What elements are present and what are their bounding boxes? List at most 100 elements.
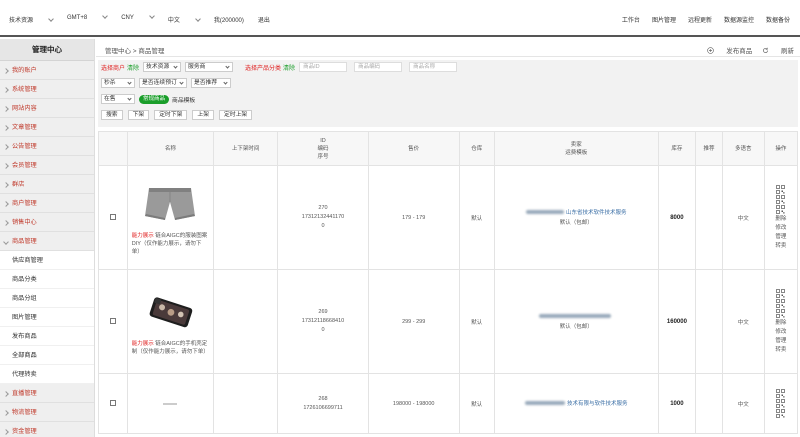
sort-select[interactable]: 秒杀 xyxy=(101,78,135,88)
sidebar-item-system[interactable]: 系统管理 xyxy=(0,80,94,99)
timed-put-up-button[interactable]: 定时上架 xyxy=(219,110,253,120)
sidebar-item-my-account[interactable]: 我的账户 xyxy=(0,61,94,80)
resource-switcher[interactable]: 技术资源 xyxy=(9,15,54,24)
edit-link[interactable]: 修改 xyxy=(775,328,786,336)
chevron-down-icon xyxy=(102,13,109,19)
qrcode-icon[interactable] xyxy=(776,289,786,298)
select-merchant-link[interactable]: 选择商户 xyxy=(101,63,125,72)
manage-link[interactable]: 管理 xyxy=(775,233,786,241)
clear-category-link[interactable]: 清除 xyxy=(283,63,295,72)
redacted-text xyxy=(539,314,612,319)
sidebar-item-categories[interactable]: 商品分类 xyxy=(0,270,94,289)
image-manager-link[interactable]: 图片管理 xyxy=(652,15,676,24)
shorts-image xyxy=(145,187,196,220)
header-recommend: 推荐 xyxy=(695,131,723,166)
breadcrumb: 管理中心 > 商品管理 xyxy=(105,48,165,55)
sidebar-item-announcements[interactable]: 公告管理 xyxy=(0,137,94,156)
sidebar-item-resale[interactable]: 代理转卖 xyxy=(0,365,94,384)
qrcode-icon[interactable] xyxy=(776,389,786,398)
delete-link[interactable]: 删除 xyxy=(775,215,786,223)
sidebar-item-publish[interactable]: 发布商品 xyxy=(0,327,94,346)
put-up-button[interactable]: 上架 xyxy=(192,110,215,120)
search-button[interactable]: 搜索 xyxy=(101,110,123,120)
publish-product-button[interactable]: 发布商品 xyxy=(707,45,752,55)
product-image-blank[interactable] xyxy=(163,402,178,405)
product-code-input[interactable]: 商品编码 xyxy=(354,62,403,72)
product-image-shorts[interactable] xyxy=(137,180,203,228)
shipping-template: 默认（包邮） xyxy=(559,323,593,330)
sidebar-item-all-products[interactable]: 全部商品 xyxy=(0,346,94,365)
remote-update-link[interactable]: 远程更新 xyxy=(688,15,712,24)
timezone-switcher[interactable]: GMT+8 xyxy=(67,13,109,24)
recommend-cell xyxy=(695,269,723,374)
timed-take-down-button[interactable]: 定时下架 xyxy=(154,110,188,120)
data-backup-link[interactable]: 数据备份 xyxy=(766,15,790,24)
language-switcher[interactable]: 中文 xyxy=(168,15,201,24)
qrcode-icon[interactable] xyxy=(776,185,786,194)
stock-cell: 160000 xyxy=(657,269,697,374)
sidebar-item-funds[interactable]: 资金管理 xyxy=(0,422,94,437)
row-checkbox[interactable] xyxy=(109,317,116,324)
edit-link[interactable]: 修改 xyxy=(775,224,786,232)
delete-link[interactable]: 删除 xyxy=(775,319,786,327)
resale-link[interactable]: 转卖 xyxy=(775,346,786,354)
divider xyxy=(96,56,800,57)
sidebar-item-product-groups[interactable]: 商品分组 xyxy=(0,289,94,308)
manage-link[interactable]: 管理 xyxy=(775,337,786,345)
warehouse-cell: 默认 xyxy=(458,269,495,374)
qrcode-icon[interactable] xyxy=(776,309,786,318)
sidebar-item-sales[interactable]: 销售中心 xyxy=(0,213,94,232)
row-checkbox[interactable] xyxy=(109,213,116,220)
datasource-monitor-link[interactable]: 数据源监控 xyxy=(724,15,754,24)
lang-cell: 中文 xyxy=(721,165,765,270)
status-select[interactable]: 在售 xyxy=(101,94,135,104)
workbench-link[interactable]: 工作台 xyxy=(622,15,640,24)
product-image-phonecase[interactable] xyxy=(137,288,203,336)
presale-select[interactable]: 是否连续预订 xyxy=(139,78,187,88)
row-checkbox[interactable] xyxy=(109,399,116,406)
sidebar-item-live[interactable]: 直播管理 xyxy=(0,384,94,403)
recommend-select[interactable]: 是否推荐 xyxy=(191,78,231,88)
resource-select[interactable]: 技术资源 xyxy=(143,62,182,72)
sidebar-item-group-store[interactable]: 群店 xyxy=(0,175,94,194)
seller-link[interactable]: 山东省技术软件技术服务 xyxy=(566,210,627,216)
seller-link[interactable]: 技术有限与软件技术服务 xyxy=(567,401,628,407)
qrcode-icon[interactable] xyxy=(776,195,786,204)
chevron-down-icon xyxy=(149,13,155,19)
product-id-input[interactable]: 商品ID xyxy=(299,62,348,72)
product-cell: 能力展示 链合AIGC的服装图案DIY（仅作能力展示，请勿下单） xyxy=(126,165,215,270)
qrcode-icon[interactable] xyxy=(776,409,786,418)
take-down-button[interactable]: 下架 xyxy=(127,110,150,120)
select-category-link[interactable]: 选择产品分类 xyxy=(245,63,281,72)
redacted-text xyxy=(525,401,565,406)
qrcode-icon[interactable] xyxy=(776,399,786,408)
tab-product-templates[interactable]: 商品模板 xyxy=(172,95,195,104)
sidebar-item-logistics[interactable]: 物流管理 xyxy=(0,403,94,422)
resale-link[interactable]: 转卖 xyxy=(775,242,786,250)
tab-normal-products[interactable]: 常规商品 xyxy=(139,94,170,104)
refresh-button[interactable]: 刷新 xyxy=(762,45,794,55)
chevron-down-icon xyxy=(48,16,54,22)
main-content: 管理中心 > 商品管理 发布商品 刷新 选择商户 清除 技术资源 服务商 选择产… xyxy=(96,39,800,437)
sidebar-item-images[interactable]: 图片管理 xyxy=(0,308,94,327)
sidebar-item-articles[interactable]: 文章管理 xyxy=(0,118,94,137)
sidebar-item-suppliers[interactable]: 供应商管理 xyxy=(0,251,94,270)
logout-link[interactable]: 退出 xyxy=(258,15,270,24)
sidebar-item-merchants[interactable]: 商户管理 xyxy=(0,194,94,213)
sidebar-item-products[interactable]: 商品管理 xyxy=(0,232,94,251)
currency-switcher[interactable]: CNY xyxy=(121,13,155,24)
account-link[interactable]: 我(200000) xyxy=(214,15,244,24)
product-name-input[interactable]: 商品名称 xyxy=(409,62,458,72)
time-cell xyxy=(213,165,279,270)
sidebar-item-members[interactable]: 会员管理 xyxy=(0,156,94,175)
sidebar-item-site-content[interactable]: 网站内容 xyxy=(0,99,94,118)
id-cell: 270 17312132441170 0 xyxy=(277,165,369,270)
qrcode-icon[interactable] xyxy=(776,205,786,214)
filter-row-3: 在售 常规商品 商品模板 xyxy=(101,93,198,105)
header-time: 上下架时间 xyxy=(213,131,279,166)
refresh-icon xyxy=(763,47,769,53)
service-select[interactable]: 服务商 xyxy=(185,62,234,72)
clear-merchant-link[interactable]: 清除 xyxy=(127,63,139,72)
qrcode-icon[interactable] xyxy=(776,299,786,308)
table-row: 268 1726106699711 198000 - 198000 默认 技术有… xyxy=(98,373,798,434)
